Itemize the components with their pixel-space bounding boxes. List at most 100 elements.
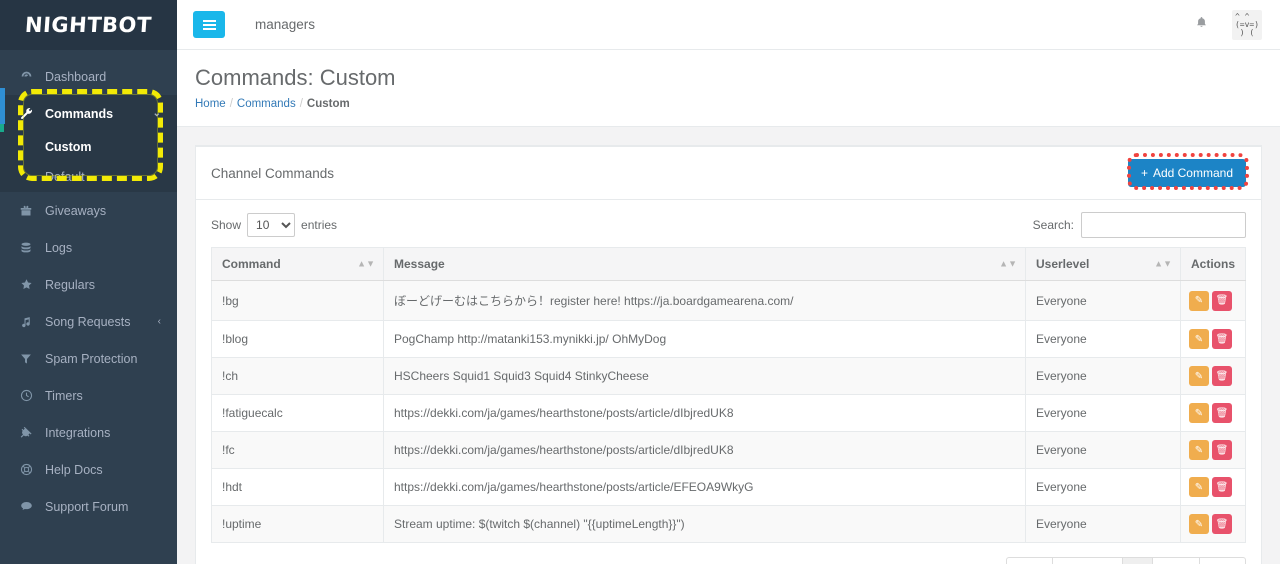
sidebar-item-spam-protection[interactable]: Spam Protection: [0, 340, 177, 377]
pager-next[interactable]: Next: [1151, 557, 1201, 564]
brand-logo[interactable]: NIGHTBOT: [0, 0, 177, 50]
dashboard-icon: [16, 70, 36, 83]
filter-icon: [16, 353, 36, 365]
sidebar-subnav-commands: Custom Default: [0, 132, 177, 192]
column-header-userlevel[interactable]: Userlevel ▲▼: [1024, 247, 1181, 282]
cell-message: https://dekki.com/ja/games/hearthstone/p…: [383, 468, 1026, 507]
trash-icon[interactable]: 🗑: [1211, 290, 1232, 311]
sidebar-item-label: Spam Protection: [45, 351, 138, 366]
wrench-icon: [16, 107, 36, 120]
sidebar-item-commands[interactable]: Commands ⌄: [0, 95, 177, 132]
plug-icon: [16, 426, 36, 439]
sidebar-subitem-label: Default: [45, 170, 85, 184]
sidebar-item-help-docs[interactable]: Help Docs: [0, 451, 177, 488]
cell-userlevel: Everyone: [1024, 394, 1181, 433]
sidebar-item-integrations[interactable]: Integrations: [0, 414, 177, 451]
commands-table: Command ▲▼ Message ▲▼ Userlevel ▲▼ Actio…: [211, 247, 1247, 544]
sidebar-item-label: Support Forum: [45, 499, 129, 514]
sidebar-item-regulars[interactable]: Regulars: [0, 266, 177, 303]
table-header-row: Command ▲▼ Message ▲▼ Userlevel ▲▼ Actio…: [211, 247, 1247, 282]
breadcrumb-separator: /: [229, 98, 233, 111]
sidebar-item-song-requests[interactable]: Song Requests ‹: [0, 303, 177, 340]
page-header: Commands: Custom Home / Commands / Custom: [177, 50, 1280, 128]
pager-last[interactable]: Last: [1199, 557, 1246, 564]
topbar-actions: ^ ^ (=v=) ) (: [1195, 9, 1262, 40]
trash-icon[interactable]: 🗑: [1211, 403, 1232, 424]
edit-icon[interactable]: ✎: [1188, 366, 1209, 387]
cell-message: HSCheers Squid1 Squid3 Squid4 StinkyChee…: [383, 357, 1026, 396]
trash-icon[interactable]: 🗑: [1211, 329, 1232, 350]
cell-command: !bg: [211, 280, 384, 322]
cell-actions: ✎ 🗑: [1179, 431, 1247, 470]
channel-name: managers: [255, 17, 316, 32]
clock-icon: [16, 389, 36, 402]
trash-icon[interactable]: 🗑: [1211, 440, 1232, 461]
trash-icon[interactable]: 🗑: [1211, 477, 1232, 498]
table-body: !bg ぼーどげーむはこちらから！register here! https://…: [211, 280, 1247, 544]
edit-icon[interactable]: ✎: [1188, 403, 1209, 424]
table-row: !blog PogChamp http://matanki153.mynikki…: [211, 320, 1247, 359]
sidebar-item-support-forum[interactable]: Support Forum: [0, 488, 177, 525]
edit-icon[interactable]: ✎: [1188, 440, 1209, 461]
cell-message: https://dekki.com/ja/games/hearthstone/p…: [383, 431, 1026, 470]
add-command-label: Add Command: [1152, 166, 1233, 181]
search-input[interactable]: [1081, 212, 1246, 239]
panel-title: Channel Commands: [211, 165, 335, 181]
sidebar-item-label: Dashboard: [45, 69, 107, 84]
table-footer: Showing 1 to 7 of 7 entries First Previo…: [211, 543, 1246, 564]
cell-command: !ch: [211, 357, 384, 396]
cell-command: !uptime: [211, 505, 384, 544]
table-row: !ch HSCheers Squid1 Squid3 Squid4 Stinky…: [211, 357, 1247, 396]
edit-icon[interactable]: ✎: [1188, 290, 1209, 311]
sidebar-item-label: Logs: [45, 240, 73, 255]
edit-icon[interactable]: ✎: [1188, 477, 1209, 498]
sidebar-subitem-label: Custom: [45, 140, 92, 154]
pagination: First Previous 1 Next Last: [1005, 557, 1246, 564]
sidebar-subitem-custom[interactable]: Custom: [0, 132, 177, 162]
sidebar-item-dashboard[interactable]: Dashboard: [0, 58, 177, 95]
chevron-left-icon: ‹: [157, 316, 161, 327]
sidebar-item-label: Giveaways: [45, 203, 107, 218]
cell-userlevel: Everyone: [1024, 431, 1181, 470]
column-header-message[interactable]: Message ▲▼: [383, 247, 1026, 282]
table-row: !hdt https://dekki.com/ja/games/hearthst…: [211, 468, 1247, 507]
trash-icon[interactable]: 🗑: [1211, 514, 1232, 535]
breadcrumb-commands[interactable]: Commands: [237, 98, 296, 110]
hamburger-icon[interactable]: [193, 11, 225, 38]
sidebar-item-label: Integrations: [45, 425, 111, 440]
pager-previous[interactable]: Previous: [1052, 557, 1123, 564]
music-icon: [16, 316, 36, 328]
user-avatar[interactable]: ^ ^ (=v=) ) (: [1232, 9, 1262, 40]
sidebar-item-giveaways[interactable]: Giveaways: [0, 192, 177, 229]
main-content: managers ^ ^ (=v=) ) ( Commands: Custom …: [177, 0, 1280, 564]
pager-page-1[interactable]: 1: [1121, 557, 1153, 564]
search-control: Search:: [1032, 212, 1246, 239]
panel-header: Channel Commands + Add Command: [196, 147, 1261, 201]
sidebar-item-logs[interactable]: Logs: [0, 229, 177, 266]
search-label: Search:: [1032, 218, 1074, 233]
cell-actions: ✎ 🗑: [1179, 280, 1247, 322]
column-header-label: Message: [394, 257, 445, 272]
page-length-select[interactable]: 10 25 50 100: [247, 213, 296, 238]
sidebar-item-timers[interactable]: Timers: [0, 377, 177, 414]
nightbot-dashboard: NIGHTBOT Dashboard Commands ⌄ Custom Def…: [0, 0, 1280, 564]
sidebar-subitem-default[interactable]: Default: [0, 162, 177, 192]
cell-userlevel: Everyone: [1024, 320, 1181, 359]
column-header-command[interactable]: Command ▲▼: [211, 247, 384, 282]
edit-icon[interactable]: ✎: [1188, 329, 1209, 350]
trash-icon[interactable]: 🗑: [1211, 366, 1232, 387]
cell-message: PogChamp http://matanki153.mynikki.jp/ O…: [383, 320, 1026, 359]
breadcrumb-home[interactable]: Home: [195, 98, 226, 110]
table-row: !fatiguecalc https://dekki.com/ja/games/…: [211, 394, 1247, 433]
panel-body: Show 10 25 50 100 entries Search:: [196, 200, 1261, 564]
bell-icon[interactable]: [1195, 15, 1208, 34]
table-row: !uptime Stream uptime: $(twitch $(channe…: [211, 505, 1247, 544]
pager-first[interactable]: First: [1005, 557, 1054, 564]
content-area: Channel Commands + Add Command Show 10 e…: [177, 127, 1280, 564]
edit-icon[interactable]: ✎: [1188, 514, 1209, 535]
column-header-label: Command: [222, 257, 281, 272]
sidebar-item-label: Commands: [45, 106, 114, 121]
comment-icon: [16, 500, 36, 513]
sidebar: NIGHTBOT Dashboard Commands ⌄ Custom Def…: [0, 0, 177, 564]
add-command-button[interactable]: + Add Command: [1127, 159, 1246, 188]
